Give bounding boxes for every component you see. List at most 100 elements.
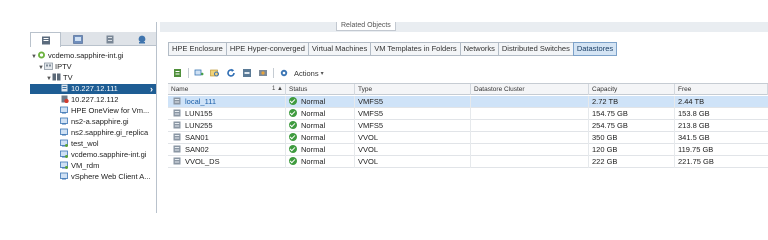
cell-status: Normal bbox=[286, 156, 355, 168]
cell-capacity: 2.72 TB bbox=[589, 96, 675, 108]
vm-icon bbox=[60, 106, 69, 114]
browse-files-button[interactable] bbox=[209, 68, 220, 79]
vm-icon bbox=[60, 172, 69, 180]
tree-item-label: HPE OneView for Vm... bbox=[71, 106, 150, 115]
datastore-name[interactable]: SAN02 bbox=[185, 145, 209, 154]
register-vm-button[interactable] bbox=[193, 68, 204, 79]
column-header-capacity[interactable]: Capacity bbox=[589, 84, 675, 95]
chevron-right-icon[interactable]: › bbox=[150, 84, 153, 94]
table-row[interactable]: local_111 Normal VMFS5 2.72 TB 2.44 TB bbox=[168, 96, 768, 108]
tree-item-vm[interactable]: HPE OneView for Vm... bbox=[30, 106, 156, 116]
cell-name: LUN155 bbox=[168, 108, 286, 120]
datastore-name[interactable]: VVOL_DS bbox=[185, 157, 220, 166]
subtab-datastores[interactable]: Datastores bbox=[572, 42, 618, 56]
subtab-vm-templates-in-folders[interactable]: VM Templates in Folders bbox=[370, 42, 461, 56]
status-text: Normal bbox=[301, 133, 326, 142]
tree-item-label: vcdemo.sapphire-int.gi bbox=[71, 150, 147, 159]
tree-item-host[interactable]: 10.227.12.112 bbox=[30, 95, 156, 105]
column-header-label: Name bbox=[171, 86, 189, 93]
datastore-name[interactable]: SAN01 bbox=[185, 133, 209, 142]
tree-item-label: IPTV bbox=[55, 62, 72, 71]
datastore-toolbar: Actions ▾ bbox=[172, 67, 324, 79]
table-row[interactable]: SAN01 Normal VVOL 350 GB 341.5 GB bbox=[168, 132, 768, 144]
cell-status: Normal bbox=[286, 144, 355, 156]
subtab-hpe-enclosure[interactable]: HPE Enclosure bbox=[168, 42, 227, 56]
navigator-tabs bbox=[30, 32, 156, 47]
datastore-icon bbox=[173, 97, 181, 105]
vms-and-templates-icon bbox=[72, 34, 83, 44]
datastore-name[interactable]: LUN255 bbox=[185, 121, 213, 130]
cell-status: Normal bbox=[286, 108, 355, 120]
table-row[interactable]: LUN255 Normal VMFS5 254.75 GB 213.8 GB bbox=[168, 120, 768, 132]
cell-type: VVOL bbox=[355, 144, 471, 156]
tab-vms-and-templates[interactable] bbox=[62, 32, 93, 46]
tree-item-vm[interactable]: vSphere Web Client A... bbox=[30, 172, 156, 182]
datastores-grid: Name 1 ▲ Status Type Datastore Cluster C… bbox=[168, 83, 768, 213]
navigator-panel: ▼ vcdemo.sapphire-int.gi ▼ IPTV ▼ TV 10.227… bbox=[30, 22, 157, 213]
column-header-datastore-cluster[interactable]: Datastore Cluster bbox=[471, 84, 589, 95]
actions-label: Actions bbox=[294, 68, 319, 78]
sort-ascending-icon[interactable]: 1 ▲ bbox=[272, 84, 283, 95]
cell-type: VMFS5 bbox=[355, 120, 471, 132]
table-row[interactable]: VVOL_DS Normal VVOL 222 GB 221.75 GB bbox=[168, 156, 768, 168]
tree-item-label: TV bbox=[63, 73, 73, 82]
tree-item-label: vSphere Web Client A... bbox=[71, 172, 151, 181]
increase-capacity-button[interactable] bbox=[241, 68, 252, 79]
status-text: Normal bbox=[301, 157, 326, 166]
tree-item-cluster[interactable]: ▼ TV bbox=[30, 73, 156, 83]
table-row[interactable]: LUN155 Normal VMFS5 154.75 GB 153.8 GB bbox=[168, 108, 768, 120]
tree-item-vm[interactable]: vcdemo.sapphire-int.gi bbox=[30, 150, 156, 160]
column-header-free[interactable]: Free bbox=[675, 84, 768, 95]
main-panel: Related Objects HPE Enclosure HPE Hyper-… bbox=[160, 22, 768, 213]
tree-item-datacenter[interactable]: ▼ IPTV bbox=[30, 62, 156, 72]
settings-button[interactable] bbox=[278, 68, 289, 79]
datastore-name[interactable]: local_111 bbox=[185, 97, 216, 106]
datastore-name[interactable]: LUN155 bbox=[185, 109, 213, 118]
cell-type: VMFS5 bbox=[355, 108, 471, 120]
column-header-name[interactable]: Name 1 ▲ bbox=[168, 84, 286, 95]
datastore-icon bbox=[173, 145, 181, 153]
cell-name: LUN255 bbox=[168, 120, 286, 132]
host-icon bbox=[60, 84, 69, 92]
subtab-hpe-hyper-converged[interactable]: HPE Hyper-converged bbox=[225, 42, 309, 56]
settings-icon bbox=[280, 69, 287, 77]
cell-name: SAN02 bbox=[168, 144, 286, 156]
tree-item-vm[interactable]: ns2-a.sapphire.gi bbox=[30, 117, 156, 127]
cell-datastore-cluster bbox=[471, 96, 589, 108]
new-datastore-button[interactable] bbox=[172, 68, 183, 79]
tab-storage[interactable] bbox=[94, 32, 125, 46]
status-ok-icon bbox=[289, 133, 297, 141]
tree-item-vm[interactable]: ns2.sapphire.gi_replica bbox=[30, 128, 156, 138]
cell-type: VVOL bbox=[355, 132, 471, 144]
cell-name: local_111 bbox=[168, 96, 286, 108]
status-ok-icon bbox=[289, 145, 297, 153]
subtab-distributed-switches[interactable]: Distributed Switches bbox=[497, 42, 574, 56]
table-row[interactable]: SAN02 Normal VVOL 120 GB 119.75 GB bbox=[168, 144, 768, 156]
tree-item-vcenter[interactable]: ▼ vcdemo.sapphire-int.gi bbox=[30, 51, 156, 61]
cell-datastore-cluster bbox=[471, 132, 589, 144]
refresh-button[interactable] bbox=[225, 68, 236, 79]
column-header-type[interactable]: Type bbox=[355, 84, 471, 95]
hosts-and-clusters-icon bbox=[41, 36, 50, 44]
cell-free: 153.8 GB bbox=[678, 109, 710, 118]
storage-icon bbox=[106, 35, 113, 43]
cell-free: 2.44 TB bbox=[678, 97, 705, 106]
actions-menu-button[interactable]: Actions ▾ bbox=[294, 68, 324, 79]
status-ok-icon bbox=[289, 97, 297, 105]
status-ok-icon bbox=[289, 121, 297, 129]
datastore-icon bbox=[173, 109, 181, 117]
tree-item-host-selected[interactable]: 10.227.12.111 › bbox=[30, 84, 156, 94]
subtab-networks[interactable]: Networks bbox=[459, 42, 499, 56]
mount-button[interactable] bbox=[257, 68, 268, 79]
subtab-virtual-machines[interactable]: Virtual Machines bbox=[307, 42, 372, 56]
datacenter-icon bbox=[44, 62, 53, 70]
browse-files-icon bbox=[209, 69, 219, 77]
tab-networking[interactable] bbox=[126, 32, 156, 46]
tree-item-vm[interactable]: VM_rdm bbox=[30, 161, 156, 171]
column-header-status[interactable]: Status bbox=[286, 84, 355, 95]
tree-item-vm[interactable]: test_wol bbox=[30, 139, 156, 149]
cell-name: SAN01 bbox=[168, 132, 286, 144]
tab-related-objects[interactable]: Related Objects bbox=[336, 22, 396, 31]
tab-hosts-and-clusters[interactable] bbox=[30, 32, 61, 47]
status-ok-icon bbox=[289, 109, 297, 117]
